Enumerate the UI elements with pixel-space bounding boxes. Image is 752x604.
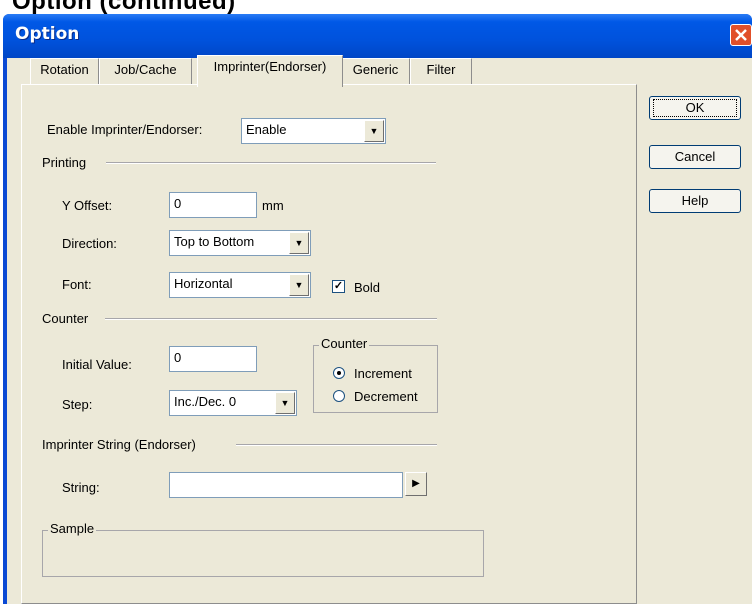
printing-group-label: Printing	[42, 155, 87, 170]
increment-label: Increment	[354, 366, 412, 381]
enable-imprinter-label: Enable Imprinter/Endorser:	[47, 122, 203, 137]
enable-imprinter-value: Enable	[246, 122, 287, 137]
step-dropdown[interactable]: Inc./Dec. 0 ▼	[169, 390, 297, 416]
decrement-radio[interactable]	[333, 390, 345, 402]
chevron-down-icon[interactable]: ▼	[275, 392, 295, 414]
direction-dropdown[interactable]: Top to Bottom ▼	[169, 230, 311, 256]
help-button[interactable]: Help	[649, 189, 741, 213]
window-title: Option	[15, 24, 80, 44]
font-value: Horizontal	[174, 276, 233, 291]
direction-value: Top to Bottom	[174, 234, 255, 249]
string-input[interactable]	[169, 472, 403, 498]
close-button[interactable]	[730, 24, 752, 46]
counter-frame-label: Counter	[319, 336, 370, 351]
step-value: Inc./Dec. 0	[174, 394, 237, 409]
y-offset-label: Y Offset:	[62, 198, 113, 213]
imprinter-string-group-label: Imprinter String (Endorser)	[42, 437, 196, 452]
tab-rotation[interactable]: Rotation	[30, 58, 99, 84]
checkmark-icon: ✓	[333, 280, 344, 292]
printing-divider	[106, 162, 436, 164]
y-offset-unit: mm	[262, 198, 284, 213]
tab-generic[interactable]: Generic	[341, 58, 410, 84]
initial-value-input[interactable]: 0	[169, 346, 257, 372]
ok-button[interactable]: OK	[649, 96, 741, 120]
font-label: Font:	[62, 277, 92, 292]
tab-filter[interactable]: Filter	[410, 58, 472, 84]
imprinter-string-divider	[236, 444, 437, 446]
title-bar[interactable]: Option	[3, 14, 752, 58]
initial-value-label: Initial Value:	[62, 357, 132, 372]
bold-label: Bold	[354, 280, 381, 295]
direction-label: Direction:	[62, 236, 117, 251]
font-dropdown[interactable]: Horizontal ▼	[169, 272, 311, 298]
decrement-label: Decrement	[354, 389, 418, 404]
cancel-button[interactable]: Cancel	[649, 145, 741, 169]
sample-label: Sample	[48, 521, 97, 536]
tab-job-cache[interactable]: Job/Cache	[99, 58, 192, 84]
chevron-down-icon[interactable]: ▼	[364, 120, 384, 142]
close-icon	[735, 29, 747, 41]
chevron-down-icon[interactable]: ▼	[289, 232, 309, 254]
radio-selected-dot	[337, 371, 341, 375]
counter-group-label: Counter	[42, 311, 89, 326]
increment-radio[interactable]	[333, 367, 345, 379]
string-label: String:	[62, 480, 100, 495]
y-offset-input[interactable]: 0	[169, 192, 257, 218]
bold-checkbox[interactable]: ✓	[332, 280, 345, 293]
string-insert-button[interactable]: ▶	[405, 472, 427, 496]
focus-rectangle	[653, 99, 737, 117]
step-label: Step:	[62, 397, 93, 412]
play-arrow-icon: ▶	[412, 478, 420, 489]
sample-frame	[42, 530, 484, 577]
counter-divider	[105, 318, 437, 320]
tab-imprinter-endorser[interactable]: Imprinter(Endorser)	[197, 55, 343, 87]
chevron-down-icon[interactable]: ▼	[289, 274, 309, 296]
enable-imprinter-dropdown[interactable]: Enable ▼	[241, 118, 386, 144]
